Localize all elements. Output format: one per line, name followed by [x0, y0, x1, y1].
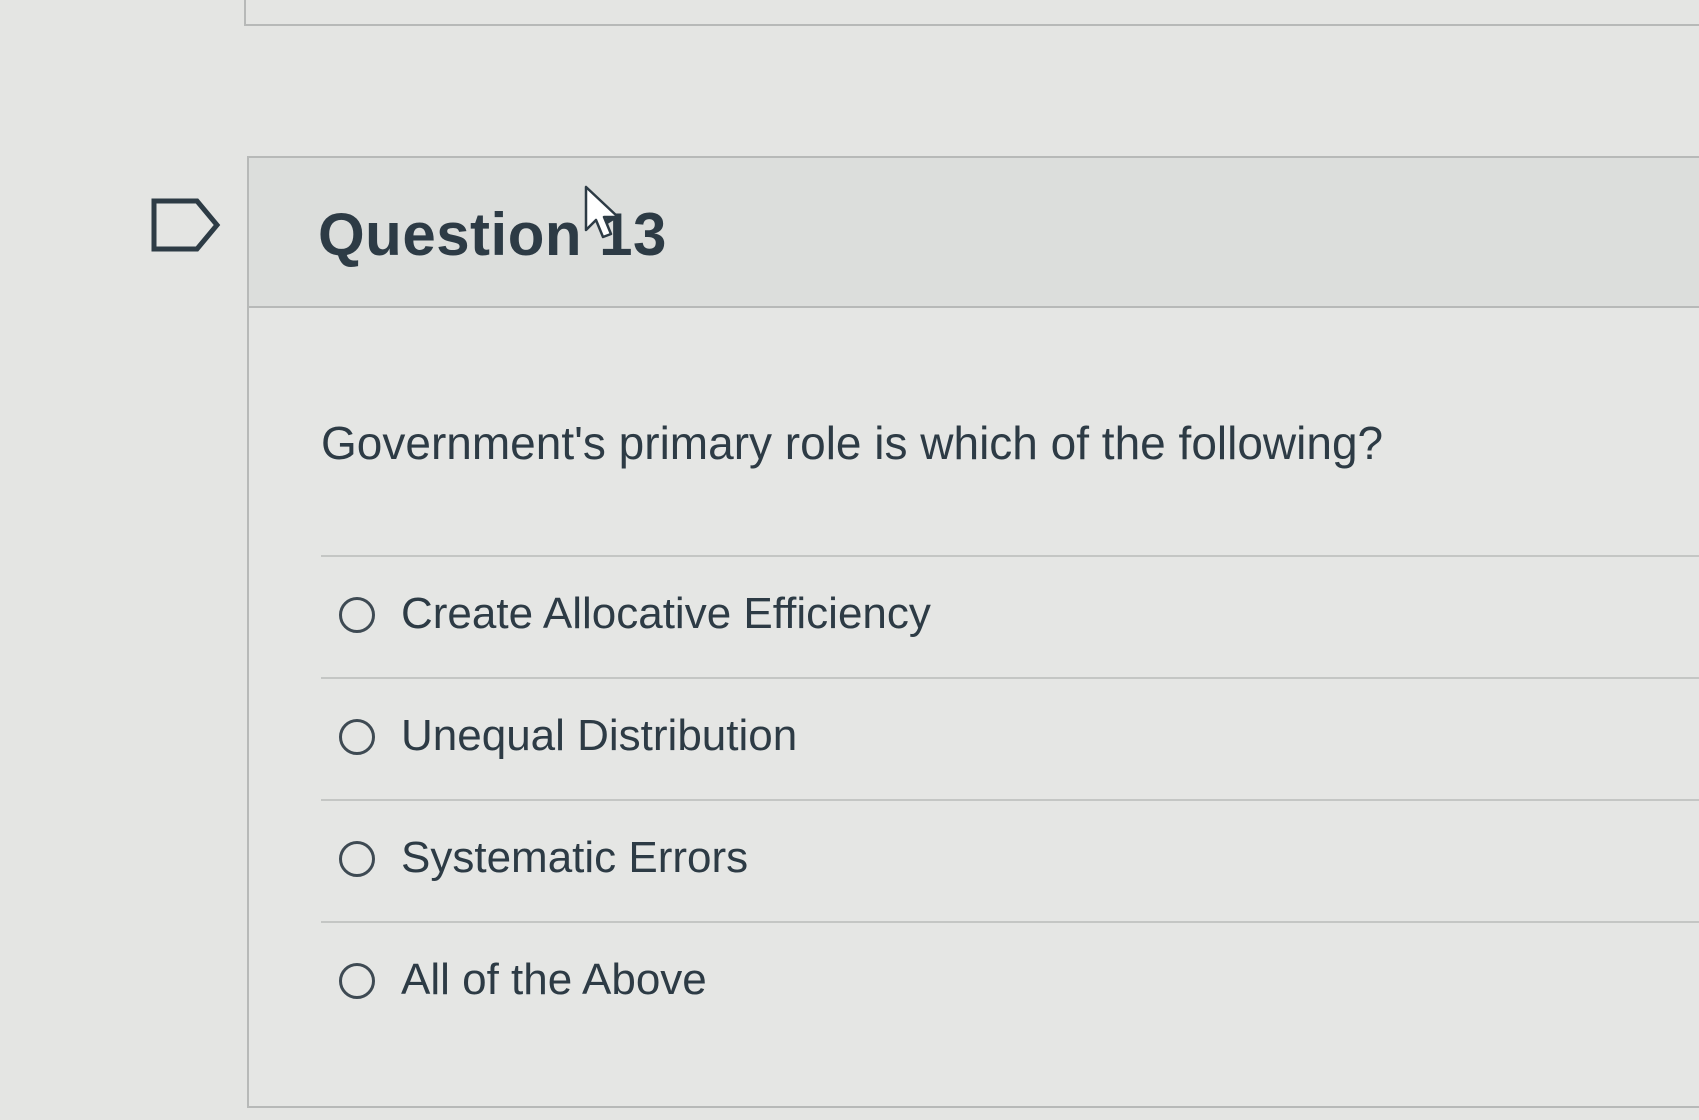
answer-label: Unequal Distribution: [401, 711, 798, 760]
question-card: Question 13 Government's primary role is…: [247, 156, 1699, 1108]
flag-question-icon[interactable]: [151, 198, 221, 252]
answer-list: Create Allocative Efficiency Unequal Dis…: [321, 555, 1699, 1043]
answer-option[interactable]: Create Allocative Efficiency: [321, 555, 1699, 677]
answer-option[interactable]: Unequal Distribution: [321, 677, 1699, 799]
radio-button[interactable]: [339, 597, 375, 633]
radio-button[interactable]: [339, 719, 375, 755]
answer-option[interactable]: Systematic Errors: [321, 799, 1699, 921]
answer-label: Systematic Errors: [401, 833, 749, 882]
answer-label: All of the Above: [401, 955, 707, 1004]
radio-button[interactable]: [339, 963, 375, 999]
question-header: Question 13: [249, 158, 1699, 308]
mouse-pointer-icon: [584, 185, 620, 239]
answer-option[interactable]: All of the Above: [321, 921, 1699, 1043]
radio-button[interactable]: [339, 841, 375, 877]
answer-label: Create Allocative Efficiency: [401, 589, 931, 638]
previous-question-border: [244, 0, 1699, 26]
question-text: Government's primary role is which of th…: [321, 417, 1384, 469]
